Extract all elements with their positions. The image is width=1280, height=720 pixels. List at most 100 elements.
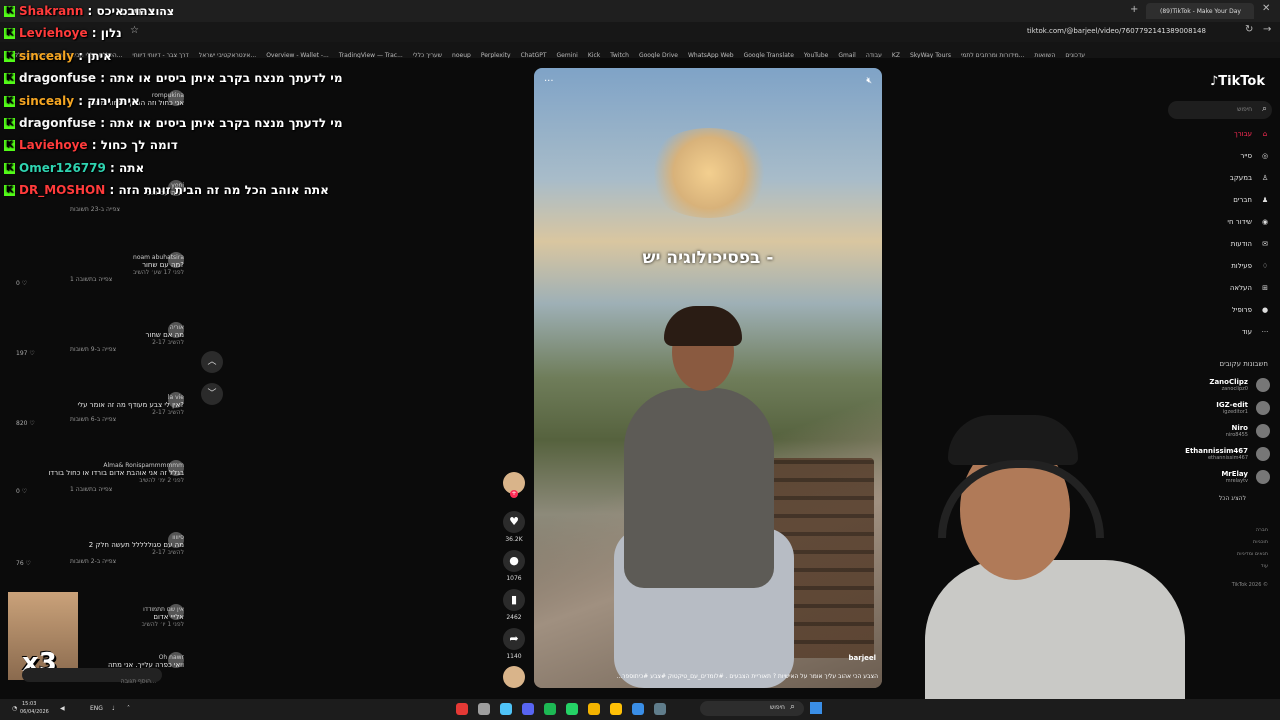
bookmark-item[interactable]: ChatGPT — [521, 48, 547, 58]
footer-link[interactable]: תנאים ומדיניות — [1237, 551, 1268, 557]
nav-item-profile[interactable]: פרופיל ● — [1180, 306, 1270, 314]
comment-username[interactable]: Oh nawr — [108, 654, 184, 661]
view-replies-link[interactable]: צפייה בתשובה 1 — [70, 276, 112, 283]
comment-meta[interactable]: 2-17 להשיב — [78, 409, 184, 416]
view-replies-link[interactable]: צפייה ב-2 תשובות — [70, 558, 116, 565]
comment-username[interactable]: סיוווו — [89, 534, 184, 541]
bookmark-item[interactable]: TradingView — Trac... — [339, 48, 403, 58]
chat-username[interactable]: dragonfuse — [19, 116, 96, 130]
nav-item-more[interactable]: עוד ··· — [1180, 328, 1270, 336]
wifi-icon[interactable]: ◔ — [12, 705, 17, 712]
like-button[interactable]: ♥ 36.2K — [502, 511, 526, 543]
sound-avatar[interactable] — [502, 666, 526, 688]
star-icon[interactable]: ☆ — [130, 25, 139, 36]
chat-username[interactable]: Omer126779 — [19, 161, 106, 175]
bookmark-item[interactable]: Gmail — [838, 48, 856, 58]
more-options-icon[interactable]: ··· — [544, 76, 554, 87]
next-video-button[interactable]: ﹀ — [201, 383, 223, 405]
new-tab-icon[interactable]: + — [1130, 4, 1138, 15]
following-account[interactable]: IGZ-edit igzeditor1 — [1216, 401, 1270, 415]
volume-tray-icon[interactable]: ◀ — [60, 705, 65, 712]
tiktok-logo[interactable]: ♪TikTok — [1210, 74, 1265, 89]
view-replies-link[interactable]: צפייה ב-23 תשובות — [70, 206, 120, 213]
chat-username[interactable]: Laviehoye — [19, 138, 88, 152]
chat-username[interactable]: sincealy — [19, 49, 74, 63]
bookmark-item[interactable]: דרך צבר - דיווחי דיווחי — [132, 48, 188, 58]
taskbar-app-icon[interactable] — [478, 703, 490, 715]
taskbar-app-icon[interactable] — [544, 703, 556, 715]
bookmark-item[interactable]: מידורות ומרחבים לתמי... — [961, 48, 1024, 58]
taskbar-app-icon[interactable] — [654, 703, 666, 715]
show-all-link[interactable]: להציג הכל — [1219, 495, 1246, 502]
comment-username[interactable]: noam abuhatsira — [133, 254, 184, 261]
bookmark-item[interactable]: עדכונים — [1065, 48, 1085, 58]
close-window-icon[interactable]: ✕ — [1262, 3, 1270, 14]
bookmark-item[interactable]: עבודה — [866, 48, 882, 58]
view-replies-link[interactable]: צפייה ב-9 תשובות — [70, 346, 116, 353]
url-field[interactable]: tiktok.com/@barjeel/video/76077921413890… — [1027, 27, 1206, 35]
comment-like-count[interactable]: 0 ♡ — [16, 280, 27, 287]
bookmark-item[interactable]: Perplexity — [481, 48, 511, 58]
taskbar-app-icon[interactable] — [456, 703, 468, 715]
taskbar-app-icon[interactable] — [588, 703, 600, 715]
footer-link[interactable]: תוכניות — [1253, 539, 1268, 545]
footer-link[interactable]: עוד — [1261, 563, 1268, 569]
mic-icon[interactable]: ♩ — [112, 705, 115, 712]
video-player[interactable]: בפסיכולוגיה יש - ··· 🔇︎ barjeel ...הצבע … — [534, 68, 882, 688]
windows-start-icon[interactable] — [810, 702, 822, 714]
share-button[interactable]: ➦ 1140 — [502, 628, 526, 660]
nav-item-compass[interactable]: סייר ◎ — [1180, 152, 1270, 160]
comment-username[interactable]: la vie — [78, 394, 184, 401]
comment-button[interactable]: ● 1076 — [502, 550, 526, 582]
comment-username[interactable]: אין שם תתמודדו — [142, 606, 184, 613]
taskbar-app-icon[interactable] — [522, 703, 534, 715]
search-box[interactable]: חיפוש ⌕ — [1168, 101, 1272, 119]
tray-overflow-icon[interactable]: ˄ — [127, 705, 130, 712]
taskbar-app-icon[interactable] — [500, 703, 512, 715]
chat-username[interactable]: dragonfuse — [19, 71, 96, 85]
taskbar-app-icon[interactable] — [610, 703, 622, 715]
bookmark-item[interactable]: השוואות — [1034, 48, 1055, 58]
bookmark-item[interactable]: YouTube — [804, 48, 828, 58]
bookmark-item[interactable]: KZ — [892, 48, 900, 58]
nav-item-messages[interactable]: הודעות ✉ — [1180, 240, 1270, 248]
comment-meta[interactable]: לפני 17 שע׳ להשיב — [133, 269, 184, 276]
bookmark-item[interactable]: SkyWay Tours — [910, 48, 951, 58]
chat-username[interactable]: DR_MOSHON — [19, 183, 105, 197]
following-account[interactable]: Ethannissim467 ethannissim467 — [1185, 447, 1270, 461]
nav-item-following[interactable]: במעקב ♙ — [1180, 174, 1270, 182]
follow-plus-icon[interactable]: + — [510, 490, 518, 498]
tab-active[interactable]: (89)TikTok - Make Your Day — [1146, 3, 1254, 19]
view-replies-link[interactable]: צפייה ב-6 תשובות — [70, 416, 116, 423]
comment-input[interactable] — [22, 668, 162, 689]
comment-username[interactable]: Alma& Ronispammmmmm — [48, 462, 184, 469]
tray-lang[interactable]: ENG — [90, 705, 103, 712]
taskbar-search[interactable]: חיפוש ⌕ — [700, 701, 804, 716]
comment-meta[interactable]: לפני 2 ימ׳ להשיב — [48, 477, 184, 484]
nav-item-upload[interactable]: העלאה ⊞ — [1180, 284, 1270, 292]
comment-like-count[interactable]: 820 ♡ — [16, 420, 35, 427]
comment-username[interactable]: אוריה — [146, 324, 184, 331]
reload-icon[interactable]: ↻ — [1245, 24, 1253, 35]
following-account[interactable]: MrElay mrelaytv — [1221, 470, 1270, 484]
nav-item-activity[interactable]: פעילות ♢ — [1180, 262, 1270, 270]
bookmark-item[interactable]: אינטראקטיבי ישראל... — [199, 48, 256, 58]
comment-like-count[interactable]: 0 ♡ — [16, 488, 27, 495]
creator-avatar[interactable]: + — [502, 472, 526, 498]
bookmark-item[interactable]: Overview - Wallet -... — [266, 48, 329, 58]
bookmark-item[interactable]: Gemini — [557, 48, 578, 58]
volume-icon[interactable]: 🔇︎ — [866, 76, 872, 86]
taskbar-app-icon[interactable] — [566, 703, 578, 715]
comment-meta[interactable]: לפני 1 יו׳ להשיב — [142, 621, 184, 628]
comment-meta[interactable]: 2-17 להשיב — [146, 339, 184, 346]
search-icon[interactable]: ⌕ — [1262, 104, 1267, 114]
bookmark-item[interactable]: Kick — [588, 48, 600, 58]
comment-like-count[interactable]: 76 ♡ — [16, 560, 31, 567]
video-author[interactable]: barjeel — [849, 654, 876, 662]
following-account[interactable]: ZanoClipz zanoclipz0 — [1209, 378, 1270, 392]
nav-item-home[interactable]: עבורך ⌂ — [1180, 130, 1270, 138]
bookmark-item[interactable]: Twitch — [610, 48, 629, 58]
footer-link[interactable]: חברה — [1256, 527, 1268, 533]
bookmark-item[interactable]: WhatsApp Web — [688, 48, 734, 58]
chat-username[interactable]: Shakrann — [19, 4, 83, 18]
